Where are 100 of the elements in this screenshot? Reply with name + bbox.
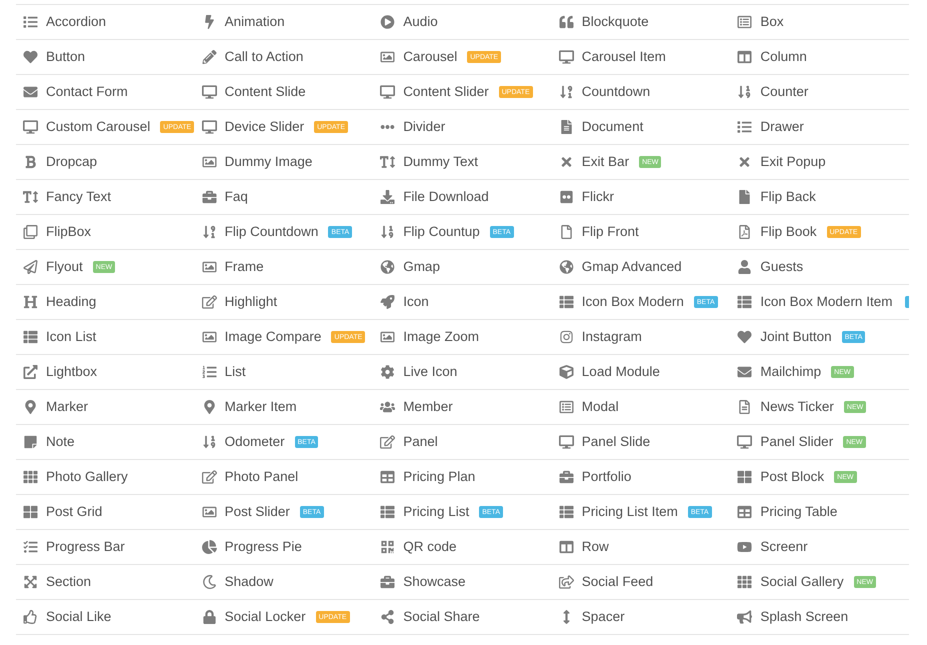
module-label[interactable]: Accordion [46,15,106,29]
map-pin-icon [23,400,38,414]
module-label[interactable]: Marker Item [224,400,297,414]
module-label[interactable]: Counter [760,85,808,99]
module-label[interactable]: Joint Button [760,330,832,344]
module-label[interactable]: Icon [403,295,429,309]
numeric-sort-icon [558,85,574,99]
module-label[interactable]: Fancy Text [46,190,112,204]
module-label[interactable]: Call to Action [224,50,304,64]
module-label[interactable]: Social Like [46,610,112,624]
module-label[interactable]: Dummy Image [224,155,312,169]
module-label[interactable]: Contact Form [46,85,128,99]
module-label[interactable]: Panel Slide [582,435,650,449]
module-label[interactable]: Image Compare [224,330,322,344]
module-label[interactable]: File Download [403,190,489,204]
module-label[interactable]: Icon List [46,330,96,344]
rocket-icon [380,295,396,309]
module-label[interactable]: Countdown [582,85,650,99]
module-label[interactable]: Carousel [403,50,458,64]
cube-icon [558,365,574,379]
module-label[interactable]: Progress Bar [46,540,125,554]
module-label[interactable]: Portfolio [582,470,632,484]
module-label[interactable]: Marker [46,400,88,414]
module-label[interactable]: QR code [403,540,456,554]
module-label[interactable]: Mailchimp [760,365,822,379]
module-label[interactable]: Button [46,50,86,64]
module-label[interactable]: Pricing List [403,505,470,519]
module-label[interactable]: Frame [224,260,264,274]
tasks-icon [23,540,38,554]
module-label[interactable]: Splash Screen [760,610,848,624]
map-pin-icon [202,400,217,414]
module-label[interactable]: Flyout [46,260,83,274]
module-label[interactable]: Photo Gallery [46,470,128,484]
module-label[interactable]: Flip Front [582,225,639,239]
thumbnail-list-icon [558,505,574,519]
module-label[interactable]: Flip Countdown [224,225,318,239]
module-label[interactable]: Flip Countup [403,225,480,239]
module-label[interactable]: Panel [403,435,438,449]
module-label[interactable]: Social Locker [224,610,306,624]
module-label[interactable]: Row [582,540,609,554]
module-label[interactable]: Instagram [582,330,642,344]
module-label[interactable]: Icon Box Modern [582,295,684,309]
module-label[interactable]: Pricing List Item [582,505,678,519]
module-label[interactable]: Animation [224,15,285,29]
module-label[interactable]: Progress Pie [224,540,302,554]
module-label[interactable]: Box [760,15,784,29]
module-label[interactable]: Divider [403,120,446,134]
module-label[interactable]: Faq [224,190,248,204]
module-label[interactable]: Social Feed [582,575,654,589]
module-label[interactable]: Social Share [403,610,480,624]
module-label[interactable]: Pricing Table [760,505,838,519]
module-label[interactable]: Panel Slider [760,435,834,449]
module-label[interactable]: Audio [403,15,438,29]
module-label[interactable]: Content Slider [403,85,489,99]
module-label[interactable]: Flip Book [760,225,817,239]
module-label[interactable]: Post Grid [46,505,102,519]
module-label[interactable]: Dummy Text [403,155,478,169]
module-label[interactable]: Drawer [760,120,804,134]
bold-letter-icon [23,155,38,169]
module-label[interactable]: Gmap [403,260,440,274]
module-label[interactable]: Custom Carousel [46,120,150,134]
module-label[interactable]: Guests [760,260,804,274]
module-label[interactable]: Exit Popup [760,155,826,169]
module-label[interactable]: Photo Panel [224,470,298,484]
module-label[interactable]: Document [582,120,644,134]
module-label[interactable]: Blockquote [582,15,649,29]
module-label[interactable]: Pricing Plan [403,470,476,484]
module-label[interactable]: Social Gallery [760,575,844,589]
module-label[interactable]: Image Zoom [403,330,479,344]
module-label[interactable]: Section [46,575,92,589]
module-label[interactable]: Shadow [224,575,274,589]
module-label[interactable]: FlipBox [46,225,92,239]
monitor-icon [558,435,574,449]
module-label[interactable]: Modal [582,400,619,414]
module-label[interactable]: Column [760,50,807,64]
module-label[interactable]: Screenr [760,540,808,554]
module-label[interactable]: Showcase [403,575,466,589]
module-label[interactable]: Exit Bar [582,155,630,169]
module-label[interactable]: Content Slide [224,85,306,99]
module-label[interactable]: List [224,365,246,379]
module-label[interactable]: Highlight [224,295,278,309]
module-label[interactable]: Dropcap [46,155,98,169]
module-label[interactable]: Flip Back [760,190,816,204]
module-label[interactable]: News Ticker [760,400,834,414]
module-label[interactable]: Note [46,435,75,449]
module-label[interactable]: Carousel Item [582,50,666,64]
module-label[interactable]: Post Slider [224,505,290,519]
module-label[interactable]: Post Block [760,470,824,484]
module-label[interactable]: Load Module [582,365,660,379]
module-label[interactable]: Device Slider [224,120,304,134]
module-label[interactable]: Flickr [582,190,614,204]
module-label[interactable]: Member [403,400,453,414]
module-label[interactable]: Odometer [224,435,285,449]
module-label[interactable]: Live Icon [403,365,458,379]
module-label[interactable]: Gmap Advanced [582,260,682,274]
module-label[interactable]: Lightbox [46,365,98,379]
module-label[interactable]: Spacer [582,610,625,624]
module-label[interactable]: Icon Box Modern Item [760,295,892,309]
module-label[interactable]: Heading [46,295,96,309]
close-icon [737,155,752,169]
